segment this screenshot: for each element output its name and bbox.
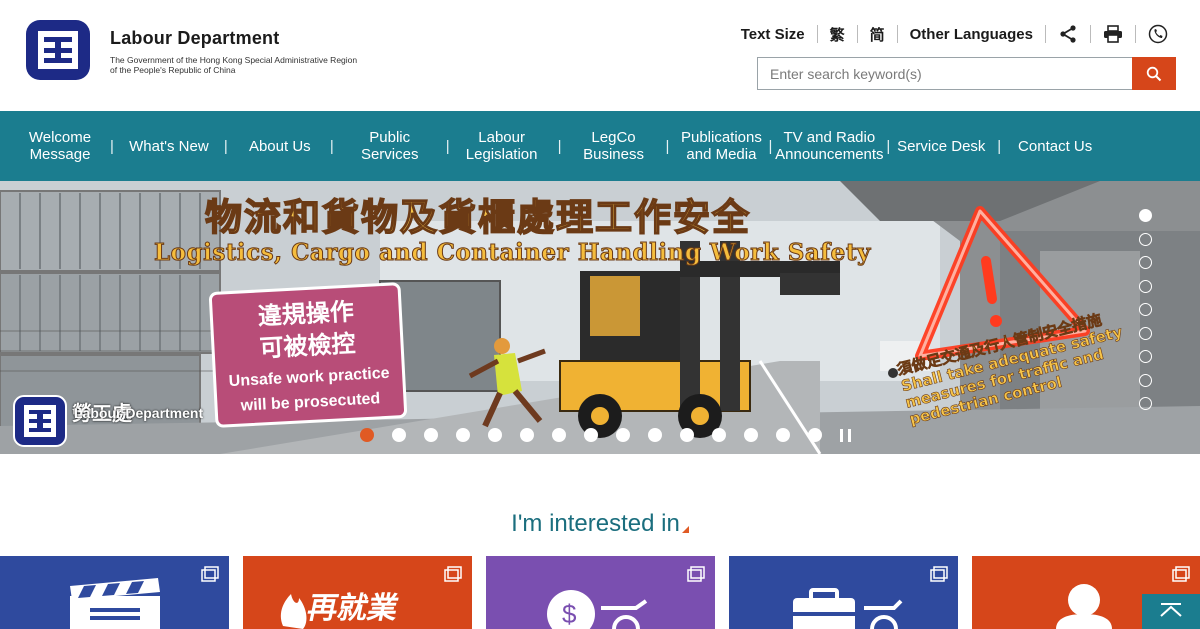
other-languages-link[interactable]: Other Languages [902,26,1041,43]
external-link-icon [1172,566,1190,582]
nav-separator: | [997,137,1002,155]
carousel-dot[interactable] [488,428,502,442]
carousel-dot[interactable] [776,428,790,442]
banner-title-english: Logistics, Cargo and Container Handling … [154,239,871,267]
nav-separator: | [557,137,562,155]
side-carousel-dot[interactable] [1139,209,1152,222]
external-link-icon [201,566,219,582]
svg-text:再就業: 再就業 [304,591,402,626]
carousel-dot[interactable] [424,428,438,442]
warning-english-line2: will be prosecuted [240,390,381,415]
nav-about-us[interactable]: About Us [234,138,326,155]
carousel-dot[interactable] [808,428,822,442]
carousel-dot[interactable] [584,428,598,442]
nav-contact-us[interactable]: Contact Us [1007,138,1103,155]
carousel-dot[interactable] [520,428,534,442]
external-link-icon [687,566,705,582]
dollar-wheelchair-icon: $ [547,590,648,629]
nav-legco-business[interactable]: LegCo Business [568,129,660,163]
interest-tile-2[interactable]: 再就業 [243,556,472,629]
nav-separator: | [329,137,334,155]
interest-section-title: I'm interested in [0,510,1200,538]
side-carousel-dot[interactable] [1139,279,1152,293]
simplified-chinese-link[interactable]: 简 [862,24,893,45]
search-box [757,57,1176,90]
share-icon[interactable] [1050,22,1086,46]
carousel-dot[interactable] [680,428,694,442]
traditional-chinese-link[interactable]: 繁 [822,24,853,45]
external-link-icon [930,566,948,582]
nav-public-services[interactable]: Public Services [336,129,444,163]
clapperboard-icon [70,578,160,629]
divider [856,25,858,43]
interest-tile-4[interactable] [729,556,958,629]
search-icon [1146,66,1162,81]
nav-whats-new[interactable]: What's New [120,138,218,155]
dept-name[interactable]: Labour Department [110,28,357,49]
carousel-dot[interactable] [616,428,630,442]
nav-welcome-message[interactable]: Welcome Message [16,129,104,163]
print-icon[interactable] [1095,22,1131,46]
svg-text:$: $ [562,599,577,629]
side-carousel-dot[interactable] [1139,397,1152,410]
warning-english-line1: Unsafe work practice [228,364,390,391]
carousel-dots [360,428,851,442]
nav-labour-legislation[interactable]: Labour Legislation [452,129,552,163]
carousel-dot[interactable] [392,428,406,442]
side-carousel-dot[interactable] [1139,326,1152,340]
labour-department-logo[interactable] [24,18,92,82]
side-carousel-dot[interactable] [1139,350,1152,363]
side-carousel-dot[interactable] [1139,303,1152,316]
utility-bar: Text Size 繁 简 Other Languages [733,22,1176,46]
header: Labour Department The Government of the … [0,0,1200,111]
interest-tile-3[interactable]: $ [486,556,715,629]
back-to-top-button[interactable] [1142,594,1200,629]
nav-publications-media[interactable]: Publications and Media [675,129,767,163]
divider [1090,25,1091,43]
chevron-up-icon [1160,602,1182,617]
search-button[interactable] [1132,57,1176,90]
hero-banner[interactable]: 物流和貨物及貨櫃處理工作安全 Logistics, Cargo and Cont… [0,181,1200,454]
interest-tile-1[interactable] [0,556,229,629]
divider [896,25,898,43]
phone-icon[interactable] [1140,22,1176,46]
gov-line-1: The Government of the Hong Kong Special … [110,55,358,65]
re-employment-logo-icon: 再就業 [280,591,402,629]
side-carousel-dot[interactable] [1139,256,1152,269]
nav-service-desk[interactable]: Service Desk [891,138,991,155]
external-link-icon [444,566,462,582]
nav-separator: | [223,137,228,155]
banner-logo-english: Labour Department [74,405,204,421]
gov-line-2: of the People's Republic of China [110,65,236,75]
carousel-dot[interactable] [712,428,726,442]
nav-separator: | [445,137,450,155]
main-nav: Welcome Message | What's New | About Us |… [0,111,1200,181]
side-carousel-dot[interactable] [1139,232,1152,246]
side-carousel-dot[interactable] [1139,373,1152,387]
text-size-link[interactable]: Text Size [733,26,813,43]
banner-title-chinese: 物流和貨物及貨櫃處理工作安全 [204,195,751,240]
divider [1135,25,1136,43]
pause-icon[interactable] [840,428,851,442]
carousel-dot[interactable] [648,428,662,442]
briefcase-wheelchair-icon [793,588,903,629]
carousel-dot[interactable] [456,428,470,442]
search-input[interactable] [758,58,1132,89]
carousel-side-dots [1139,209,1152,421]
divider [1045,25,1046,43]
carousel-dot[interactable] [552,428,566,442]
logo-text: Labour Department The Government of the … [110,28,357,75]
carousel-dot[interactable] [744,428,758,442]
nav-separator: | [665,137,670,155]
nav-separator: | [110,137,114,155]
divider [816,25,818,43]
carousel-dot[interactable] [360,428,374,442]
banner-warning-box: 違規操作 可被檢控 Unsafe work practice will be p… [208,282,408,428]
nav-tv-radio-announcements[interactable]: TV and Radio Announcements [773,129,885,163]
corner-accent-icon [681,526,689,533]
